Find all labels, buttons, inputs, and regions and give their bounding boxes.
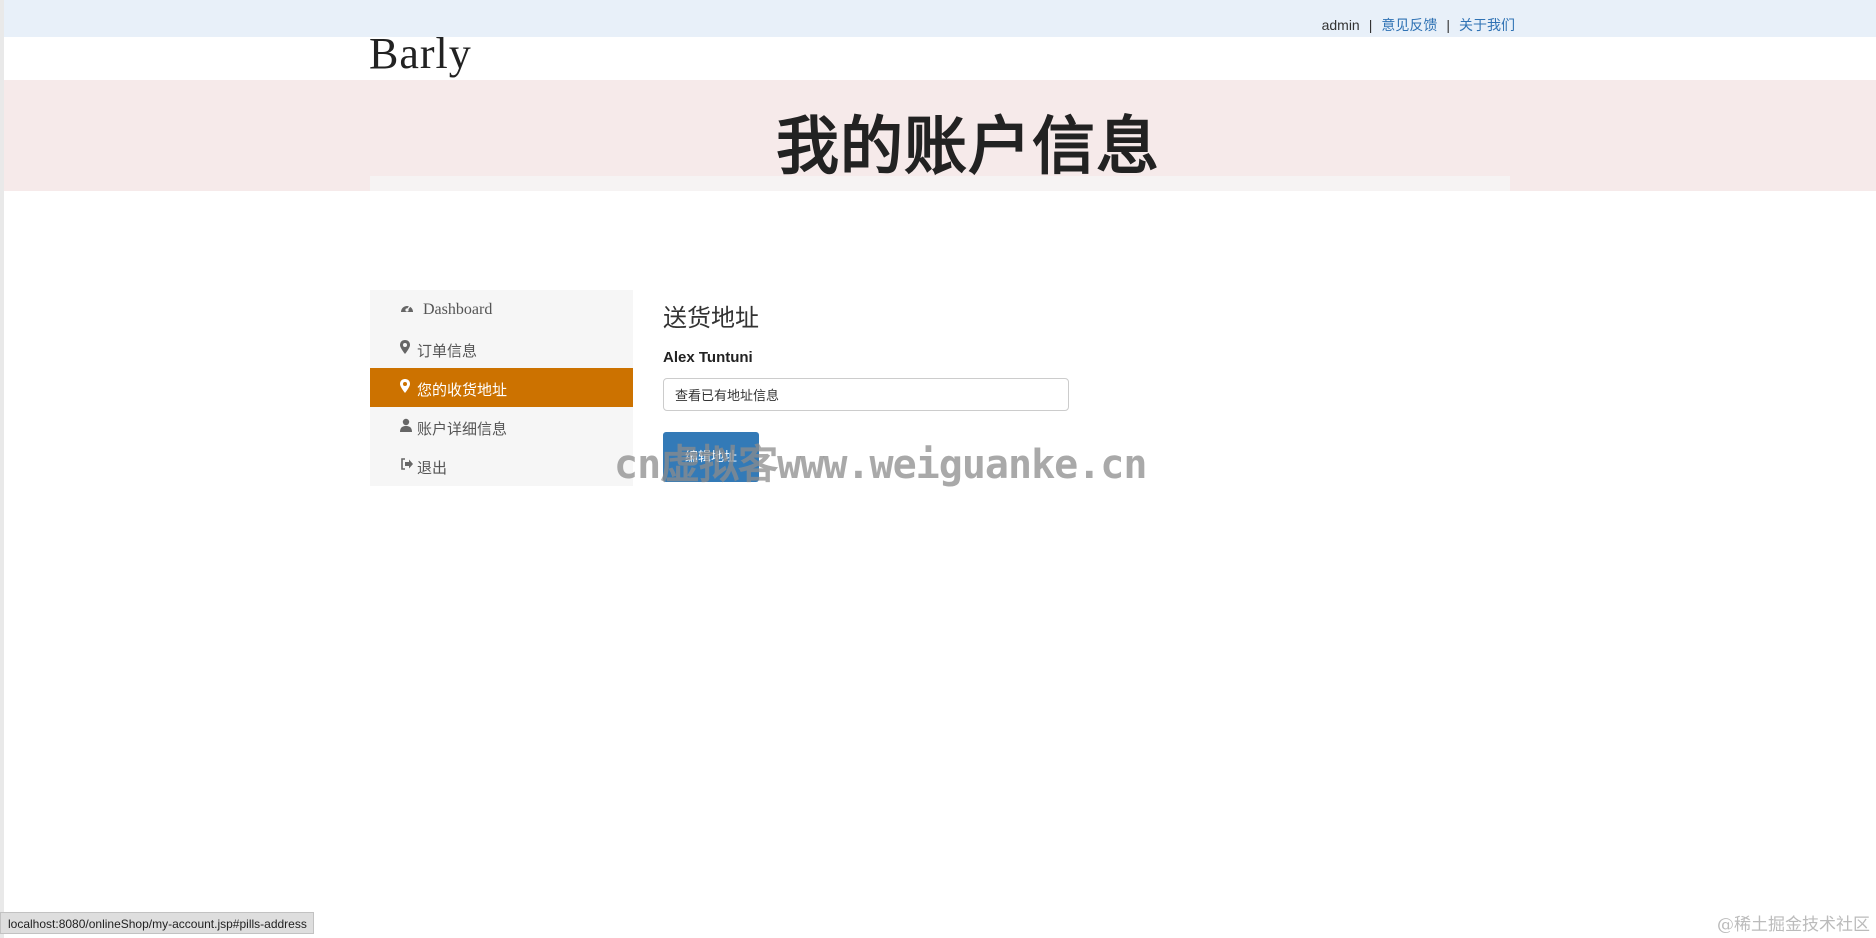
about-link[interactable]: 关于我们 (1459, 17, 1515, 33)
sidebar-item-label: 账户详细信息 (417, 421, 508, 438)
username: admin (1321, 17, 1360, 33)
dashboard-icon (400, 301, 414, 317)
banner-strip (370, 176, 1510, 191)
sidebar-item-address[interactable]: 您的收货地址 (370, 368, 633, 407)
status-bar-url: localhost:8080/onlineShop/my-account.jsp… (0, 912, 314, 934)
user-icon (400, 418, 414, 434)
map-marker-icon (400, 340, 414, 356)
top-bar: admin | 意见反馈 | 关于我们 (4, 0, 1876, 37)
sidebar-item-label: 退出 (417, 460, 448, 477)
map-marker-icon (400, 379, 414, 395)
sidebar-item-orders[interactable]: 订单信息 (370, 329, 633, 368)
sidebar-item-label: Dashboard (423, 301, 493, 318)
recipient-name: Alex Tuntuni (663, 349, 753, 366)
corner-watermark: @稀土掘金技术社区 (1717, 915, 1870, 935)
section-title: 送货地址 (663, 305, 759, 332)
sidebar-item-label: 您的收货地址 (417, 382, 508, 399)
sign-out-icon (400, 457, 414, 473)
sidebar-item-logout[interactable]: 退出 (370, 446, 633, 485)
watermark: cn虚拟客www.weiguanke.cn (614, 442, 1147, 488)
sidebar-item-dashboard[interactable]: Dashboard (370, 290, 633, 329)
feedback-link[interactable]: 意见反馈 (1381, 17, 1437, 33)
separator: | (1368, 17, 1373, 33)
separator: | (1446, 17, 1450, 33)
address-field[interactable] (663, 378, 1069, 411)
site-logo[interactable]: Barly (369, 28, 472, 79)
account-sidebar: Dashboard 订单信息 您的收货地址 账户详细信息 退出 (370, 290, 633, 486)
sidebar-item-account-details[interactable]: 账户详细信息 (370, 407, 633, 446)
sidebar-item-label: 订单信息 (417, 343, 478, 360)
page-title: 我的账户信息 (776, 110, 1160, 183)
top-links: admin | 意见反馈 | 关于我们 (1322, 15, 1515, 35)
